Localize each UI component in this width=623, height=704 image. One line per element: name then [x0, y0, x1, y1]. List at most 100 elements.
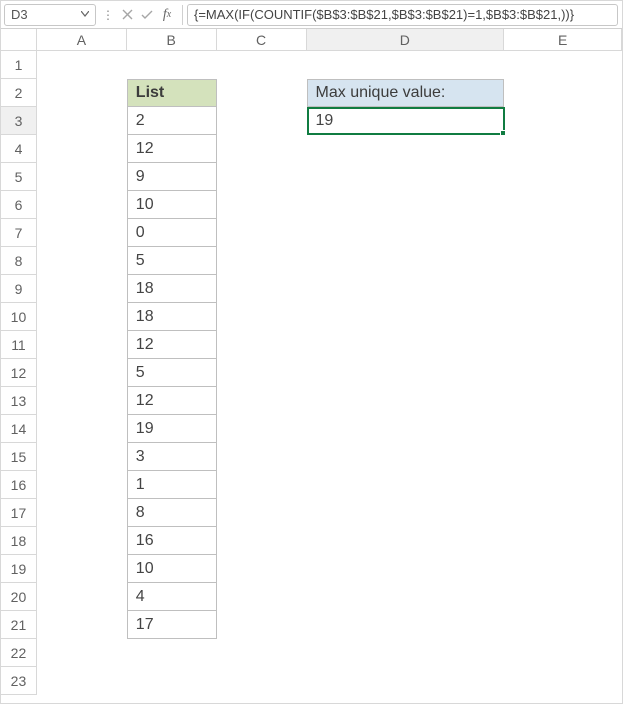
cell[interactable] [217, 275, 307, 303]
cell[interactable] [504, 107, 622, 135]
cell[interactable] [504, 443, 622, 471]
cell[interactable] [307, 443, 505, 471]
cell[interactable] [37, 331, 127, 359]
cell[interactable] [504, 303, 622, 331]
list-cell[interactable]: 19 [127, 415, 217, 443]
cell[interactable] [307, 667, 505, 695]
list-cell[interactable]: 12 [127, 387, 217, 415]
cell[interactable] [307, 303, 505, 331]
cell[interactable] [504, 191, 622, 219]
cell[interactable] [504, 499, 622, 527]
list-cell[interactable]: 5 [127, 247, 217, 275]
cell[interactable] [37, 51, 127, 79]
cell[interactable] [217, 135, 307, 163]
list-cell[interactable]: 1 [127, 471, 217, 499]
cell[interactable] [307, 387, 505, 415]
cell[interactable] [217, 611, 307, 639]
cell[interactable] [307, 219, 505, 247]
cell[interactable] [37, 219, 127, 247]
row-header[interactable]: 13 [1, 387, 37, 415]
cell[interactable] [127, 639, 217, 667]
cell[interactable] [504, 359, 622, 387]
cell[interactable] [217, 163, 307, 191]
cell[interactable] [217, 443, 307, 471]
row-header[interactable]: 22 [1, 639, 37, 667]
cell[interactable] [217, 639, 307, 667]
cell[interactable] [37, 247, 127, 275]
list-cell[interactable]: 12 [127, 135, 217, 163]
cell[interactable] [37, 611, 127, 639]
cell[interactable] [217, 51, 307, 79]
cell[interactable] [504, 415, 622, 443]
cell[interactable] [307, 359, 505, 387]
cell[interactable] [37, 303, 127, 331]
cancel-icon[interactable] [120, 8, 134, 22]
list-cell[interactable]: 10 [127, 555, 217, 583]
cell[interactable] [504, 163, 622, 191]
cell[interactable] [504, 331, 622, 359]
cell[interactable] [504, 583, 622, 611]
cell[interactable] [37, 639, 127, 667]
cell[interactable] [217, 471, 307, 499]
cell[interactable] [37, 359, 127, 387]
list-cell[interactable]: 9 [127, 163, 217, 191]
cell[interactable] [504, 79, 622, 107]
cell[interactable] [37, 555, 127, 583]
cell[interactable] [217, 583, 307, 611]
row-header[interactable]: 23 [1, 667, 37, 695]
row-header[interactable]: 10 [1, 303, 37, 331]
list-cell[interactable]: 17 [127, 611, 217, 639]
row-header[interactable]: 9 [1, 275, 37, 303]
list-cell[interactable]: 10 [127, 191, 217, 219]
cell[interactable] [307, 499, 505, 527]
cell[interactable] [307, 163, 505, 191]
row-header[interactable]: 4 [1, 135, 37, 163]
col-header-C[interactable]: C [217, 29, 307, 50]
cell[interactable] [37, 415, 127, 443]
cell[interactable] [217, 107, 307, 135]
cell[interactable] [307, 135, 505, 163]
list-cell[interactable]: 5 [127, 359, 217, 387]
row-header[interactable]: 19 [1, 555, 37, 583]
result-value-cell[interactable]: 19 [307, 107, 505, 135]
cell[interactable] [37, 583, 127, 611]
cell[interactable] [217, 415, 307, 443]
cell[interactable] [504, 611, 622, 639]
cell[interactable] [127, 51, 217, 79]
row-header[interactable]: 16 [1, 471, 37, 499]
cell[interactable] [307, 247, 505, 275]
cell[interactable] [307, 527, 505, 555]
cell[interactable] [37, 163, 127, 191]
cell[interactable] [217, 527, 307, 555]
list-cell[interactable]: 2 [127, 107, 217, 135]
row-header[interactable]: 20 [1, 583, 37, 611]
cell[interactable] [307, 51, 505, 79]
cell[interactable] [37, 387, 127, 415]
cell[interactable] [37, 191, 127, 219]
row-header[interactable]: 21 [1, 611, 37, 639]
cell[interactable] [217, 79, 307, 107]
cell[interactable] [504, 527, 622, 555]
list-cell[interactable]: 16 [127, 527, 217, 555]
list-cell[interactable]: 0 [127, 219, 217, 247]
row-header[interactable]: 1 [1, 51, 37, 79]
cell[interactable] [307, 415, 505, 443]
cell[interactable] [307, 331, 505, 359]
cell[interactable] [307, 583, 505, 611]
cell[interactable] [37, 527, 127, 555]
col-header-A[interactable]: A [37, 29, 127, 50]
cell[interactable] [217, 191, 307, 219]
row-header[interactable]: 11 [1, 331, 37, 359]
cell[interactable] [307, 191, 505, 219]
enter-icon[interactable] [140, 8, 154, 22]
select-all-corner[interactable] [1, 29, 37, 50]
list-cell[interactable]: 3 [127, 443, 217, 471]
cell[interactable] [504, 275, 622, 303]
cell[interactable] [504, 247, 622, 275]
cell[interactable] [307, 471, 505, 499]
row-header[interactable]: 8 [1, 247, 37, 275]
row-header[interactable]: 2 [1, 79, 37, 107]
cell[interactable] [504, 135, 622, 163]
cell[interactable] [37, 667, 127, 695]
name-box[interactable]: D3 [4, 4, 96, 26]
